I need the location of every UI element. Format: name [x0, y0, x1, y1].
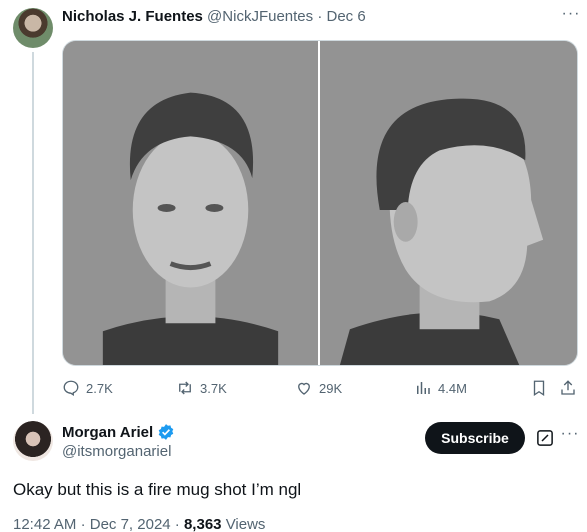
- repost-button[interactable]: 3.7K: [176, 376, 227, 400]
- reply-text: Okay but this is a fire mug shot I’m ngl: [13, 480, 302, 499]
- mugshot-side-photo[interactable]: [320, 41, 577, 365]
- bookmark-button[interactable]: [530, 376, 548, 400]
- author-name[interactable]: Nicholas J. Fuentes: [62, 8, 203, 25]
- author-handle[interactable]: @itsmorganariel: [62, 443, 175, 460]
- repost-icon: [179, 381, 191, 395]
- grok-icon[interactable]: [536, 429, 554, 447]
- tweet-date[interactable]: Dec 6: [326, 8, 365, 25]
- views-icon: [417, 382, 430, 394]
- tweet-actions: 2.7K 3.7K 29K 4.4M: [62, 376, 582, 400]
- avatar[interactable]: [13, 421, 53, 461]
- separator: ·: [174, 516, 180, 532]
- reply-header: Morgan Ariel @itsmorganariel: [62, 423, 175, 460]
- share-icon: [561, 380, 575, 395]
- like-count: 29K: [319, 380, 343, 396]
- subscribe-button[interactable]: Subscribe: [425, 422, 525, 454]
- author-handle[interactable]: @NickJFuentes: [207, 8, 313, 25]
- tweet-header: Nicholas J. Fuentes @NickJFuentes · Dec …: [62, 8, 366, 25]
- reply-meta: 12:42 AM · Dec 7, 2024 · 8,363 Views: [13, 516, 265, 532]
- thread-line: [32, 52, 34, 414]
- avatar[interactable]: [13, 8, 53, 48]
- mugshot-front-photo[interactable]: [63, 41, 318, 365]
- reply-count: 2.7K: [86, 380, 113, 396]
- separator: ·: [317, 8, 323, 25]
- author-name[interactable]: Morgan Ariel: [62, 424, 153, 441]
- views-count: 4.4M: [438, 380, 467, 396]
- more-options-icon[interactable]: ···: [560, 426, 580, 446]
- views-count[interactable]: 8,363: [184, 516, 222, 532]
- reply-date[interactable]: Dec 7, 2024: [90, 516, 171, 532]
- repost-count: 3.7K: [200, 380, 227, 396]
- more-options-icon[interactable]: ···: [559, 4, 583, 28]
- reply-time[interactable]: 12:42 AM: [13, 516, 76, 532]
- like-button[interactable]: 29K: [295, 376, 342, 400]
- views-button[interactable]: 4.4M: [414, 376, 467, 400]
- share-button[interactable]: [559, 376, 577, 400]
- reply-button[interactable]: 2.7K: [62, 376, 113, 400]
- separator: ·: [80, 516, 86, 532]
- like-icon: [298, 382, 310, 395]
- bookmark-icon: [533, 380, 545, 397]
- reply-icon: [63, 380, 79, 396]
- tweet-media[interactable]: [62, 40, 578, 366]
- views-label: Views: [225, 516, 266, 532]
- verified-icon: [158, 424, 174, 440]
